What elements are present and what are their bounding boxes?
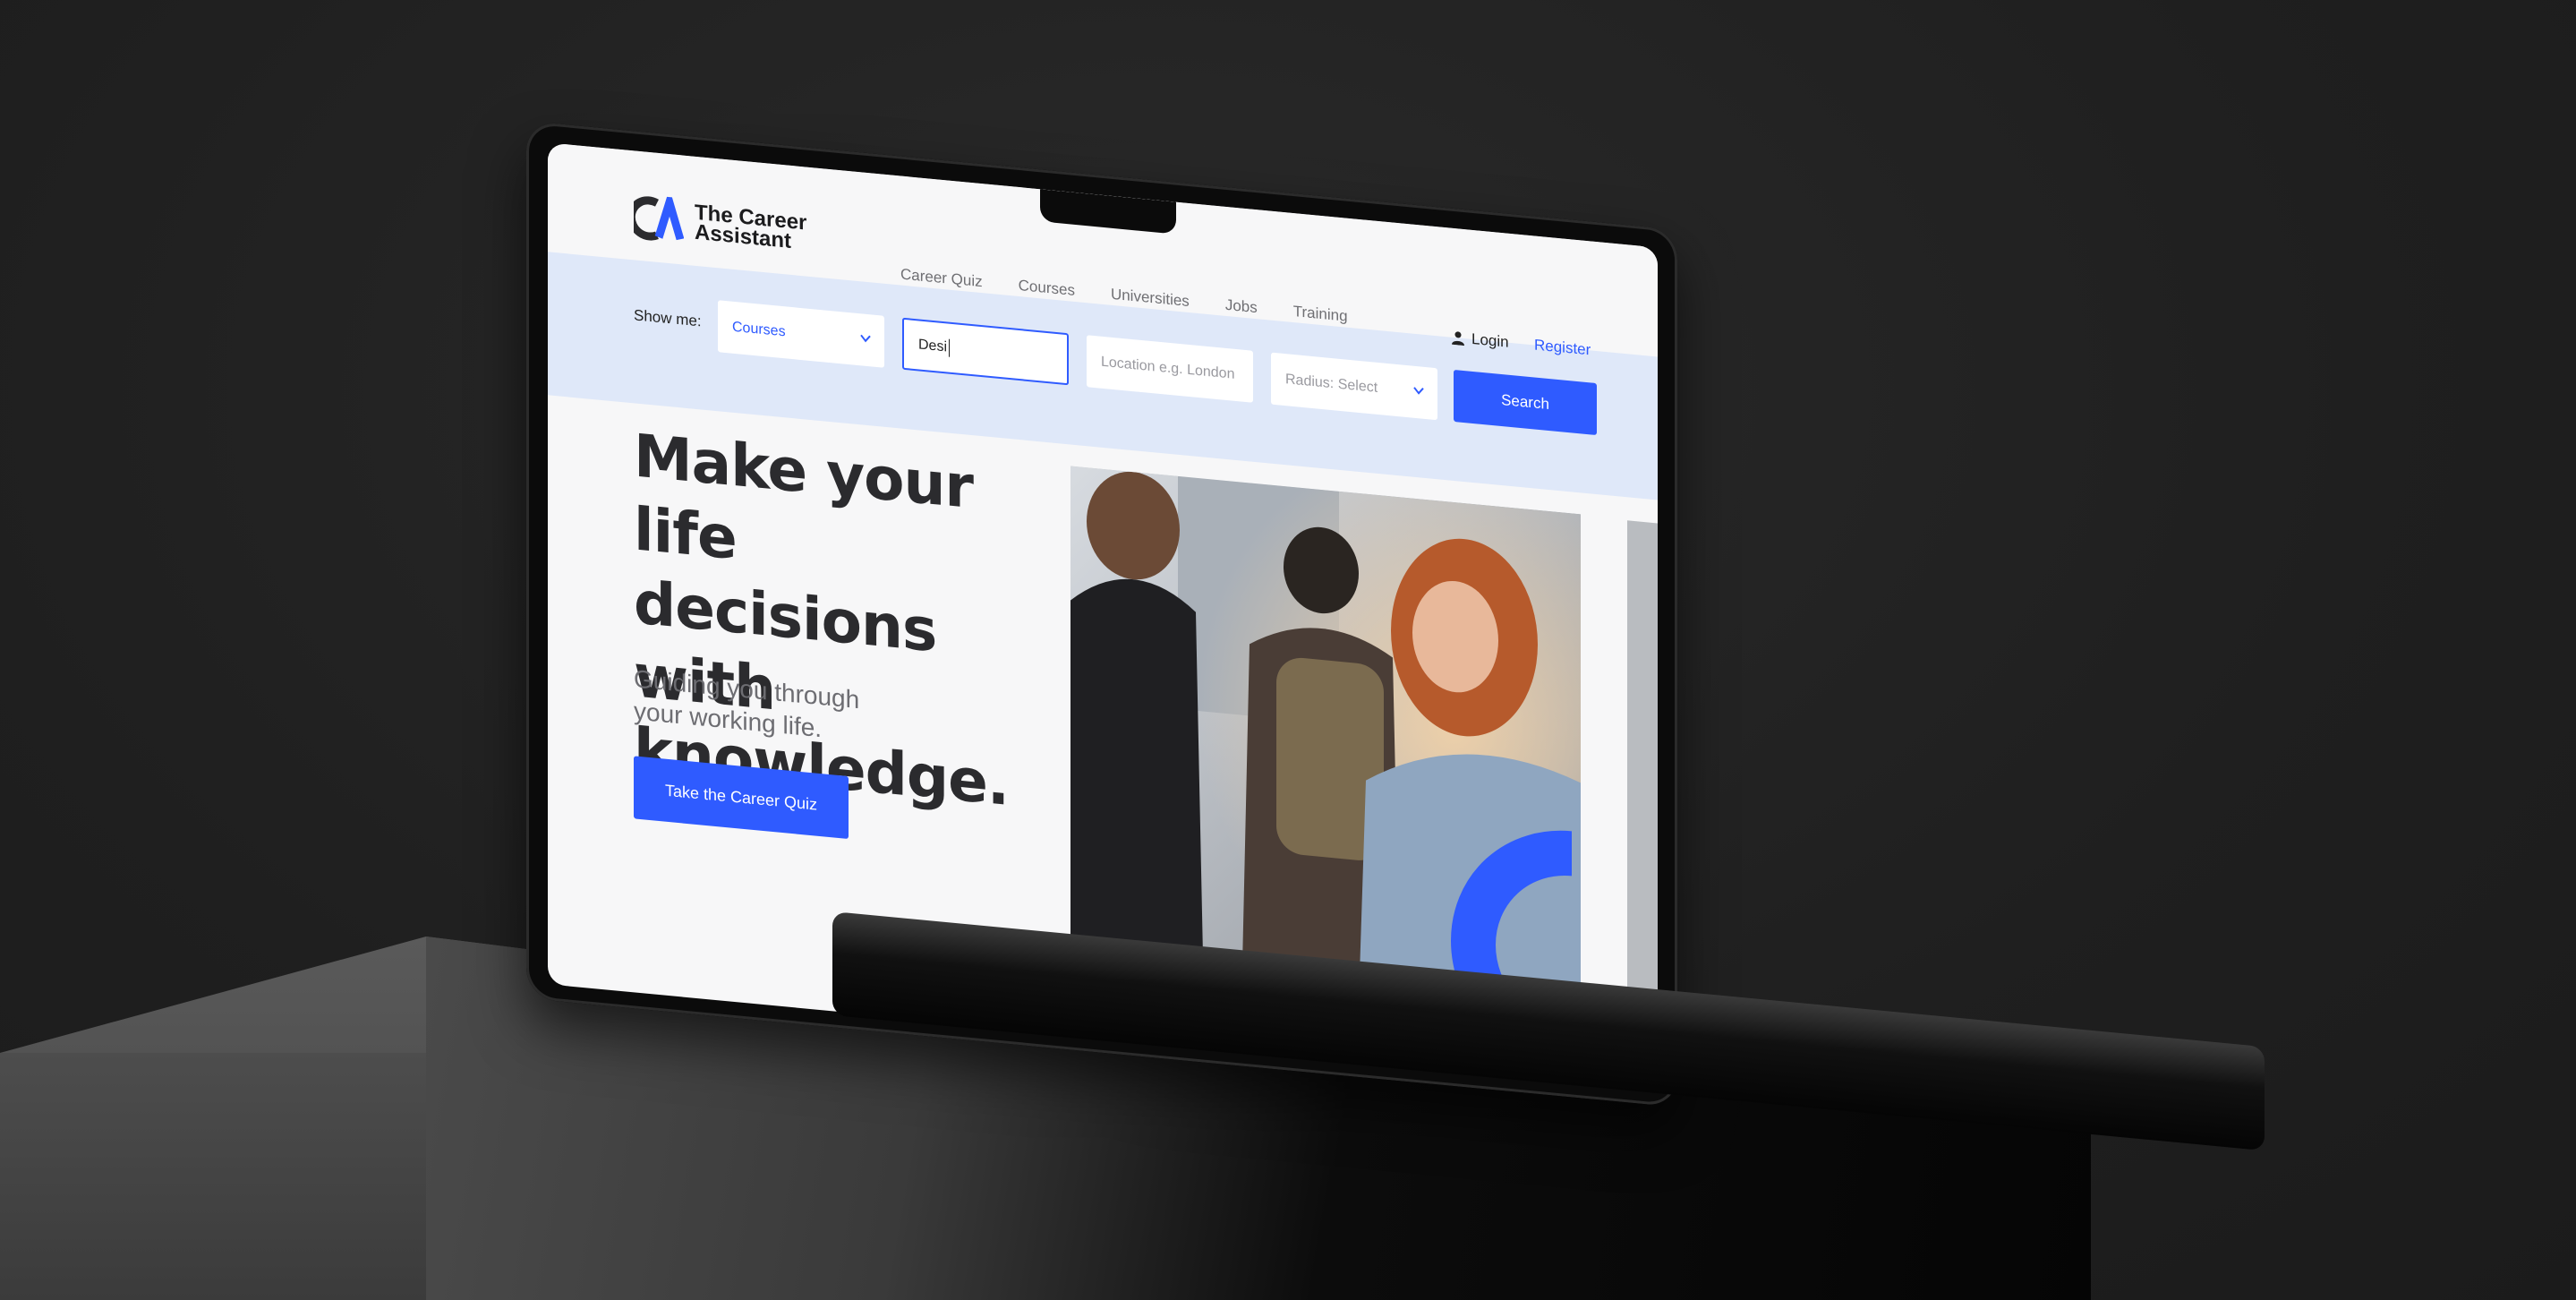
keyword-value: Desi: [918, 337, 948, 355]
category-value: Courses: [732, 319, 786, 340]
show-me-label: Show me:: [634, 306, 702, 330]
user-icon: [1452, 331, 1464, 346]
location-input[interactable]: Location e.g. London: [1087, 335, 1253, 403]
location-placeholder: Location e.g. London: [1101, 354, 1235, 382]
radius-value: Radius: Select: [1285, 372, 1378, 396]
radius-select[interactable]: Radius: Select: [1271, 352, 1437, 421]
chevron-down-icon: [860, 334, 871, 343]
logo-mark-icon: [627, 188, 685, 244]
nav-jobs[interactable]: Jobs: [1225, 296, 1258, 317]
search-button[interactable]: Search: [1454, 369, 1597, 436]
keyword-input[interactable]: Desi: [902, 317, 1069, 386]
category-select[interactable]: Courses: [718, 300, 884, 368]
chevron-down-icon: [1413, 387, 1424, 395]
text-caret: [949, 338, 951, 357]
login-label: Login: [1471, 329, 1509, 351]
brand-logo[interactable]: The Career Assistant: [627, 188, 806, 256]
pedestal-front: [0, 1053, 426, 1300]
brand-name: The Career Assistant: [695, 201, 806, 253]
